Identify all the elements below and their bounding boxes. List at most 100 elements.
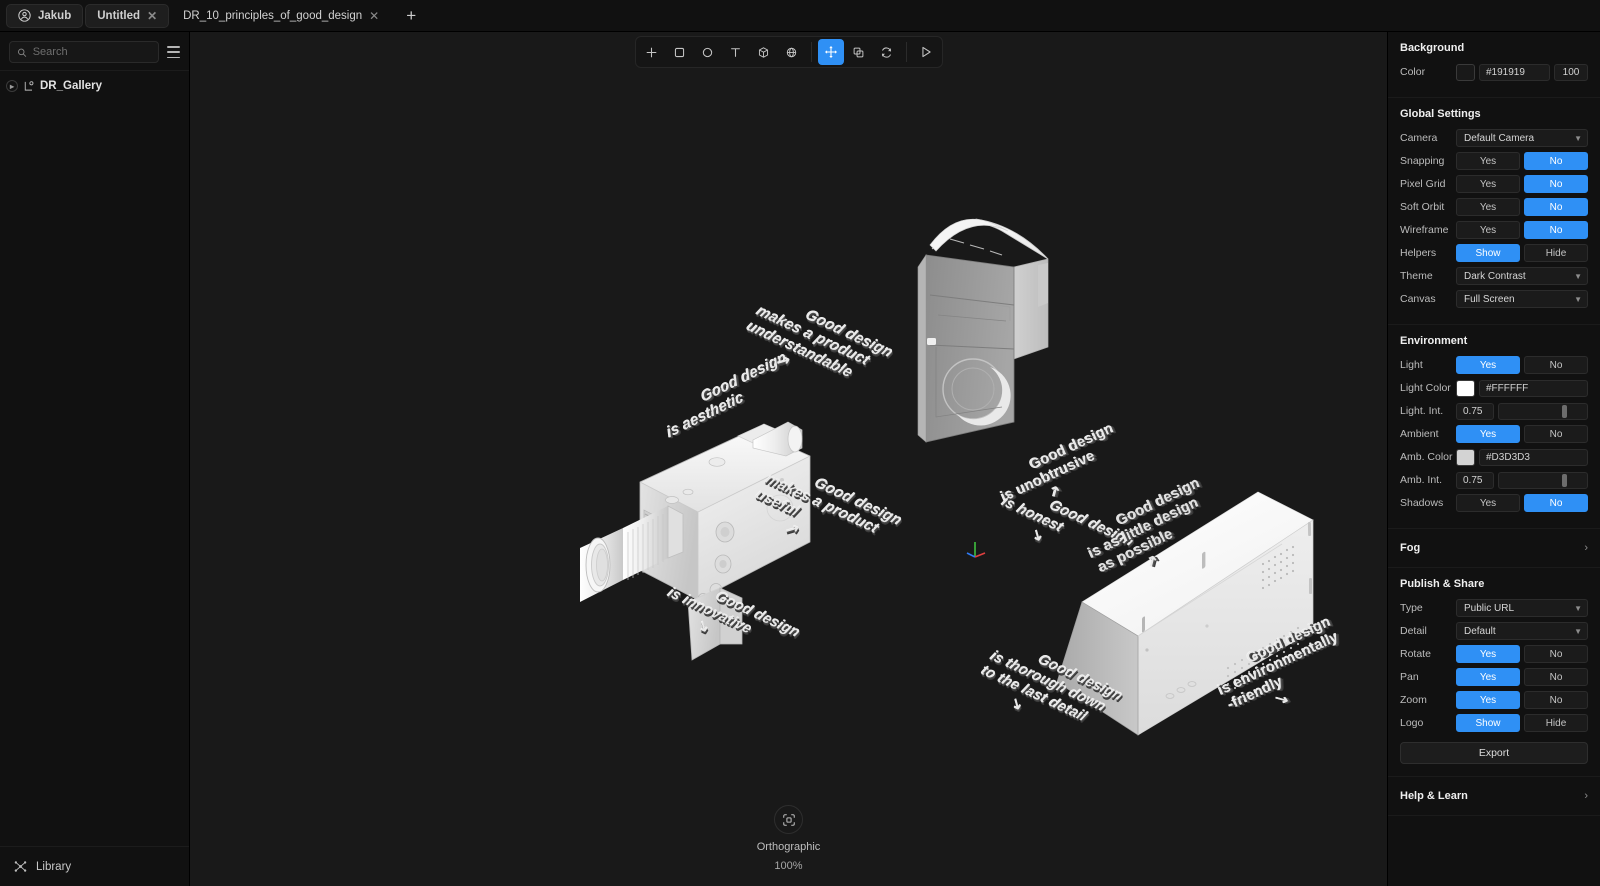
new-tab-button[interactable]: + xyxy=(399,4,423,28)
scene-3d: Good design is aesthetic Good design mak… xyxy=(190,32,1387,886)
tab-label: Untitled xyxy=(97,9,141,22)
ambient-no-button[interactable]: No xyxy=(1524,425,1588,443)
bg-opacity-field[interactable]: 100 xyxy=(1554,63,1588,81)
search-input[interactable] xyxy=(32,46,151,58)
body-row: ▸ DR_Gallery Library xyxy=(0,32,1600,886)
bg-color-hex-field[interactable]: #191919 xyxy=(1479,63,1550,81)
rotate-yes-button[interactable]: Yes xyxy=(1456,645,1520,663)
sidebar-header xyxy=(0,32,189,70)
zoom-level: 100% xyxy=(774,860,803,872)
viewport-canvas[interactable]: Good design is aesthetic Good design mak… xyxy=(190,32,1387,886)
label-text: Good design makes a product understandab… xyxy=(743,303,897,381)
publish-type-select[interactable]: Public URL ▼ xyxy=(1456,599,1588,617)
row-rotate: Rotate Yes No xyxy=(1400,644,1588,664)
row-label: Type xyxy=(1400,602,1423,614)
light-intensity-field[interactable]: 0.75 xyxy=(1456,402,1494,420)
section-title: Help & Learn xyxy=(1400,790,1468,802)
theme-value: Dark Contrast xyxy=(1464,270,1526,282)
row-pixel-grid: Pixel Grid Yes No xyxy=(1400,174,1588,194)
snapping-no-button[interactable]: No xyxy=(1524,152,1588,170)
library-icon xyxy=(14,861,27,872)
tree-item-label: DR_Gallery xyxy=(40,80,103,92)
search-field[interactable] xyxy=(9,41,159,63)
chevron-down-icon: ▼ xyxy=(1574,271,1582,281)
pan-yes-button[interactable]: Yes xyxy=(1456,668,1520,686)
row-light-intensity: Light. Int. 0.75 xyxy=(1400,401,1588,421)
light-color-hex-field[interactable]: #FFFFFF xyxy=(1479,379,1588,397)
publish-type-value: Public URL xyxy=(1464,602,1515,614)
axis-gizmo-icon xyxy=(966,542,986,558)
canvas-select[interactable]: Full Screen ▼ xyxy=(1456,290,1588,308)
account-tab[interactable]: Jakub xyxy=(6,3,84,28)
tab-dr-10-principles[interactable]: DR_10_principles_of_good_design ✕ xyxy=(171,4,391,28)
chevron-down-icon: ▼ xyxy=(1574,133,1582,143)
bg-color-swatch[interactable] xyxy=(1456,63,1475,81)
ambient-color-hex-field[interactable]: #D3D3D3 xyxy=(1479,448,1588,466)
publish-detail-select[interactable]: Default ▼ xyxy=(1456,622,1588,640)
chevron-right-icon: › xyxy=(1584,542,1588,554)
pan-no-button[interactable]: No xyxy=(1524,668,1588,686)
tab-bar: Jakub Untitled ✕ DR_10_principles_of_goo… xyxy=(0,0,1600,32)
rotate-no-button[interactable]: No xyxy=(1524,645,1588,663)
avatar-icon xyxy=(18,9,31,22)
light-intensity-slider[interactable] xyxy=(1498,402,1588,420)
section-fog[interactable]: Fog › xyxy=(1388,529,1600,568)
wireframe-no-button[interactable]: No xyxy=(1524,221,1588,239)
wireframe-yes-button[interactable]: Yes xyxy=(1456,221,1520,239)
softorbit-no-button[interactable]: No xyxy=(1524,198,1588,216)
pixelgrid-yes-button[interactable]: Yes xyxy=(1456,175,1520,193)
row-label: Light xyxy=(1400,359,1423,371)
shadows-no-button[interactable]: No xyxy=(1524,494,1588,512)
row-camera: Camera Default Camera ▼ xyxy=(1400,128,1588,148)
publish-detail-value: Default xyxy=(1464,625,1496,637)
tree-item-dr-gallery[interactable]: ▸ DR_Gallery xyxy=(0,75,189,97)
snapping-yes-button[interactable]: Yes xyxy=(1456,152,1520,170)
arrow-icon: ↗ xyxy=(1142,552,1164,572)
model-phone[interactable] xyxy=(890,197,1070,467)
slider-knob[interactable] xyxy=(1562,404,1567,418)
logo-show-button[interactable]: Show xyxy=(1456,714,1520,732)
section-background: Background Color #191919 100 xyxy=(1388,32,1600,98)
zoom-yes-button[interactable]: Yes xyxy=(1456,691,1520,709)
slider-knob[interactable] xyxy=(1562,473,1567,487)
close-icon[interactable]: ✕ xyxy=(369,10,379,22)
row-label: Ambient xyxy=(1400,428,1439,440)
row-label: Soft Orbit xyxy=(1400,201,1445,213)
scene-tree: ▸ DR_Gallery xyxy=(0,70,189,846)
close-icon[interactable]: ✕ xyxy=(147,10,157,22)
light-color-swatch[interactable] xyxy=(1456,379,1475,397)
helpers-hide-button[interactable]: Hide xyxy=(1524,244,1588,262)
helpers-show-button[interactable]: Show xyxy=(1456,244,1520,262)
light-no-button[interactable]: No xyxy=(1524,356,1588,374)
light-yes-button[interactable]: Yes xyxy=(1456,356,1520,374)
row-label: Pixel Grid xyxy=(1400,178,1446,190)
sidebar-menu-icon[interactable] xyxy=(166,45,180,59)
logo-hide-button[interactable]: Hide xyxy=(1524,714,1588,732)
projection-toggle-button[interactable] xyxy=(774,805,803,834)
row-label: Color xyxy=(1400,66,1426,78)
projection-label: Orthographic xyxy=(756,841,821,853)
camera-select[interactable]: Default Camera ▼ xyxy=(1456,129,1588,147)
shadows-yes-button[interactable]: Yes xyxy=(1456,494,1520,512)
section-help-learn[interactable]: Help & Learn › xyxy=(1388,777,1600,816)
row-label: Light Color xyxy=(1400,382,1451,394)
ambient-color-swatch[interactable] xyxy=(1456,448,1475,466)
row-snapping: Snapping Yes No xyxy=(1400,151,1588,171)
viewport-status: Orthographic 100% xyxy=(190,805,1387,872)
section-publish-share: Publish & Share Type Public URL ▼ Detail xyxy=(1388,568,1600,777)
tab-untitled[interactable]: Untitled ✕ xyxy=(85,3,170,28)
ambient-intensity-slider[interactable] xyxy=(1498,471,1588,489)
right-panel: Background Color #191919 100 Global Sett… xyxy=(1387,32,1600,886)
chevron-right-icon[interactable]: ▸ xyxy=(6,80,18,92)
ambient-yes-button[interactable]: Yes xyxy=(1456,425,1520,443)
library-button[interactable]: Library xyxy=(0,846,189,886)
zoom-no-button[interactable]: No xyxy=(1524,691,1588,709)
ambient-intensity-field[interactable]: 0.75 xyxy=(1456,471,1494,489)
theme-select[interactable]: Dark Contrast ▼ xyxy=(1456,267,1588,285)
tab-label: DR_10_principles_of_good_design xyxy=(183,9,363,22)
softorbit-yes-button[interactable]: Yes xyxy=(1456,198,1520,216)
export-button[interactable]: Export xyxy=(1400,742,1588,764)
canvas-value: Full Screen xyxy=(1464,293,1515,305)
pixelgrid-no-button[interactable]: No xyxy=(1524,175,1588,193)
row-label: Rotate xyxy=(1400,648,1431,660)
